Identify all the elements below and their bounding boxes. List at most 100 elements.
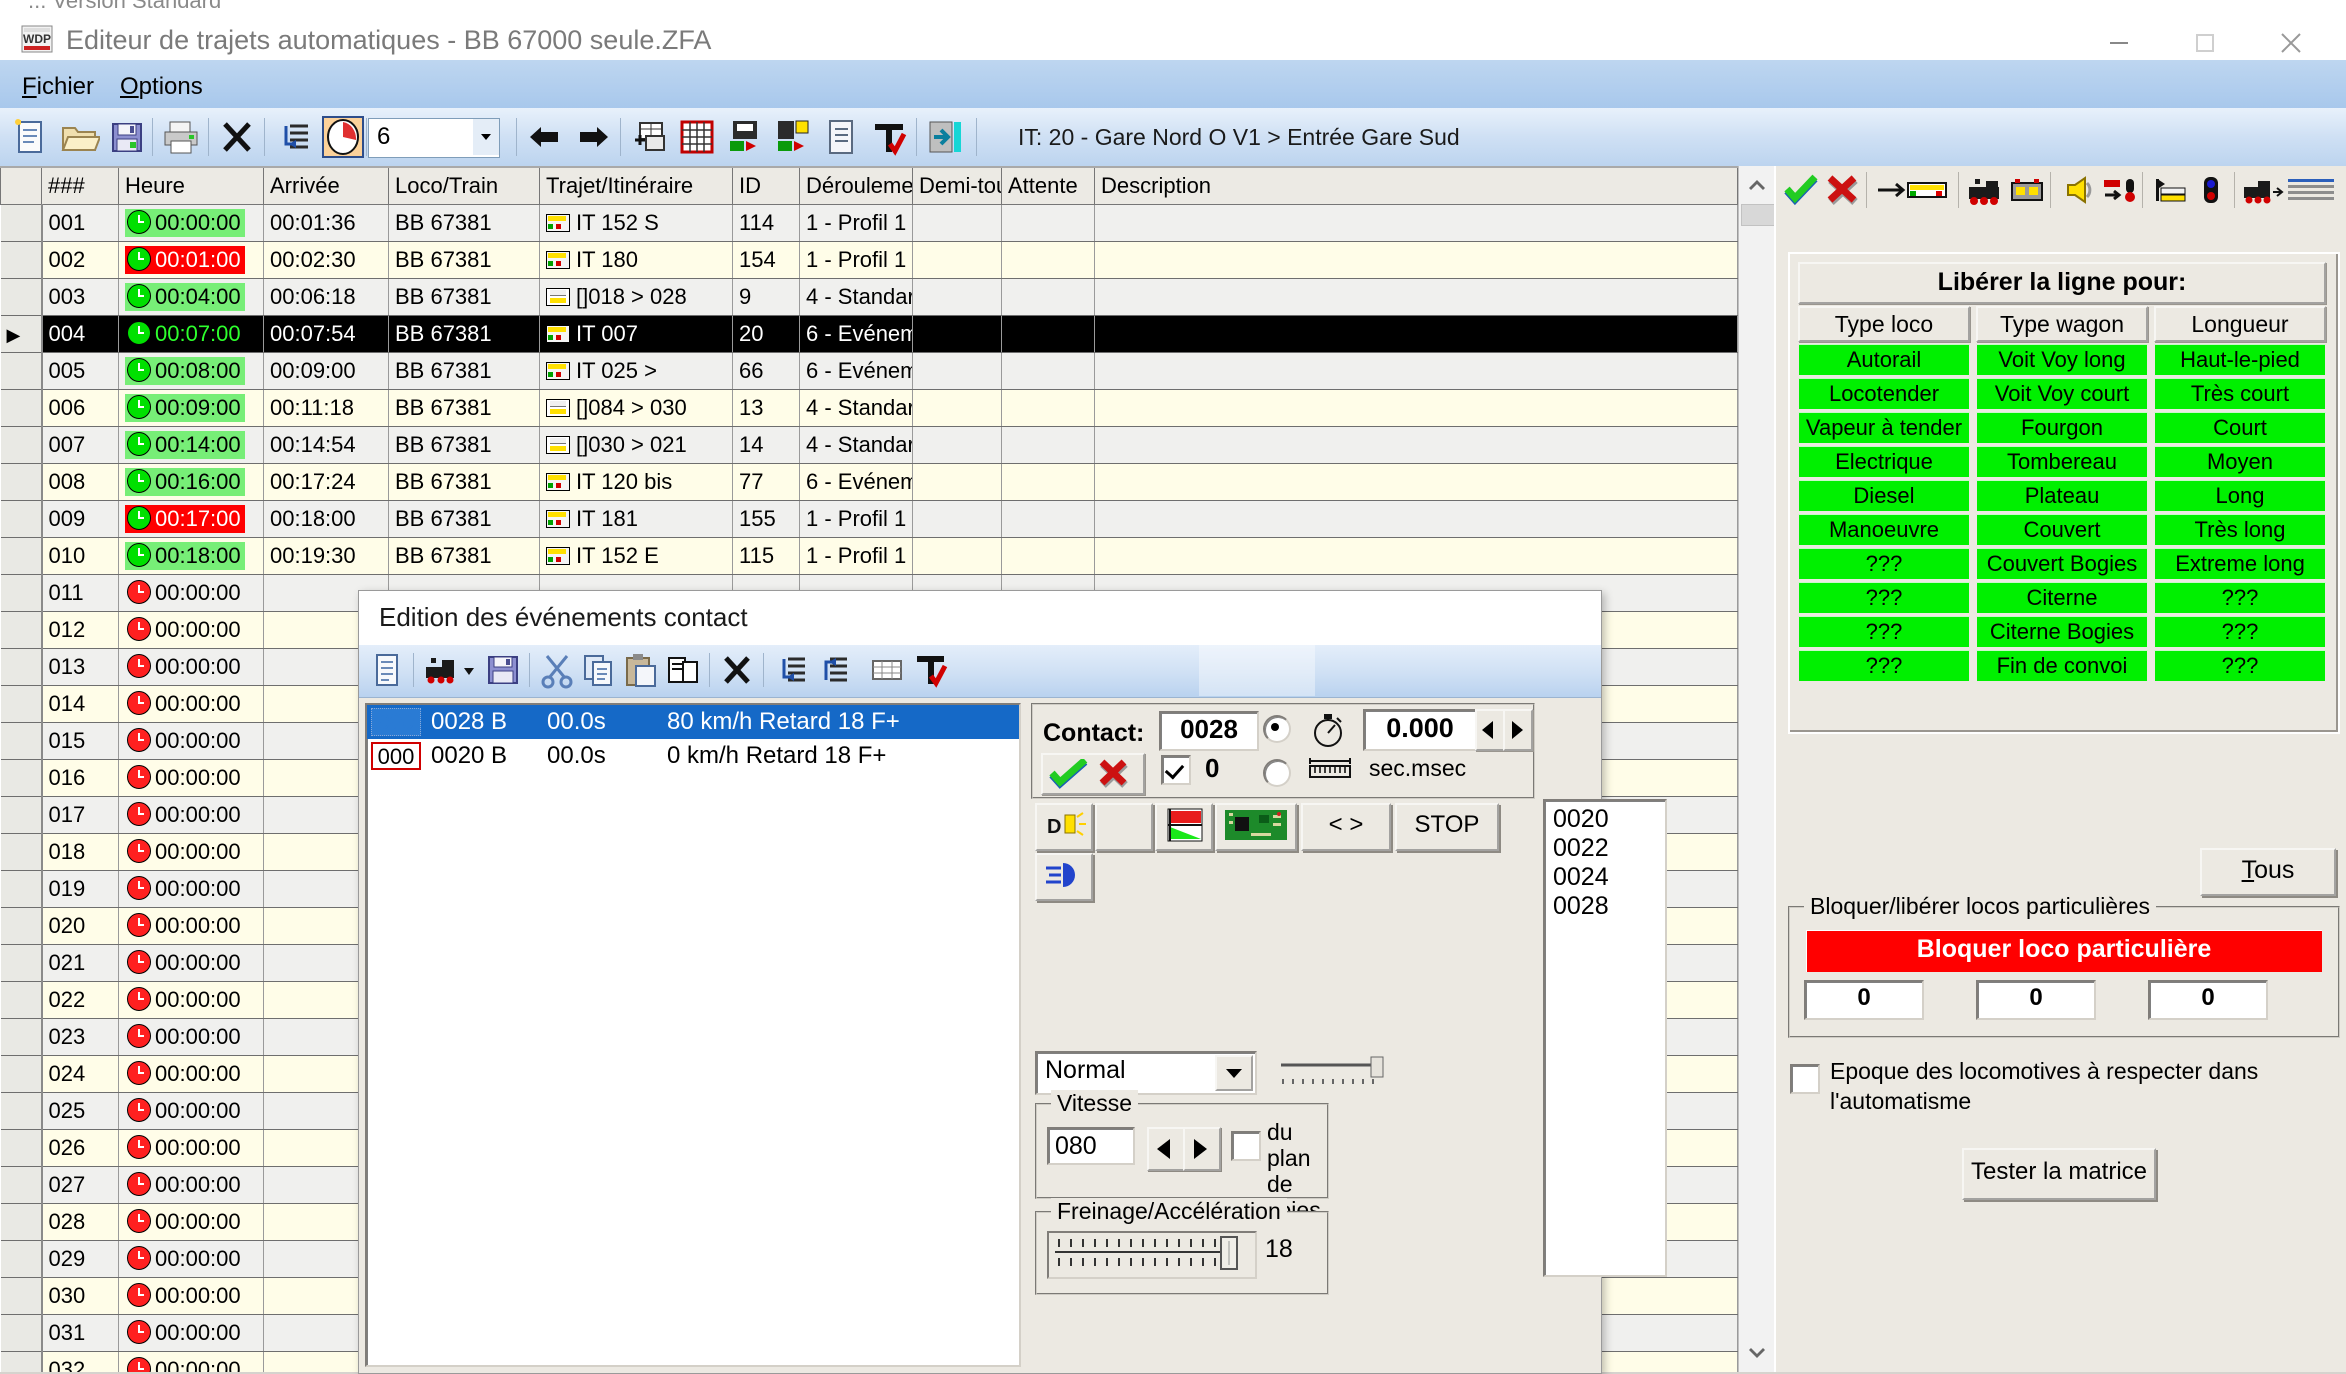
row-selector-cell[interactable]: ▶ [0,315,43,353]
cell-id[interactable]: 77 [732,463,800,501]
vitesse-increment-button[interactable] [1183,1127,1221,1171]
matrix-longueur-item-6[interactable]: Extreme long [2154,548,2326,580]
cell-deroulement[interactable]: 4 - Standard [799,426,913,464]
save-disk-icon[interactable] [483,650,523,690]
bloquer-value-1[interactable]: 0 [1804,980,1924,1020]
cell-heure[interactable]: 00:00:00 [118,759,264,797]
cell-id[interactable]: 9 [732,278,800,316]
cell-demi-tour[interactable] [912,352,1002,390]
cell-loco-train[interactable]: BB 67381 [388,426,540,464]
copy-icon[interactable] [579,650,619,690]
cell-num[interactable]: 024 [41,1055,119,1093]
matrix-type-wagon-item-1[interactable]: Voit Voy court [1976,378,2148,410]
cell-heure[interactable]: 00:00:00 [118,204,264,242]
list-item[interactable]: 000 0020 B 00.0s 0 km/h Retard 18 F+ [367,739,1019,773]
cell-num[interactable]: 005 [41,352,119,390]
row-selector-cell[interactable] [0,611,43,649]
vitesse-decrement-button[interactable] [1147,1127,1185,1171]
bloquer-value-3[interactable]: 0 [2148,980,2268,1020]
mode-select[interactable]: Normal [1035,1051,1257,1095]
cell-attente[interactable] [1001,352,1095,390]
row-selector-cell[interactable] [0,944,43,982]
grid-col-attente[interactable]: Attente [1001,166,1095,205]
contact-list-item[interactable]: 0020 [1553,805,1665,834]
row-selector-cell[interactable] [0,1314,43,1352]
table-row[interactable]: ▶ 004 00:07:00 00:07:54 BB 67381 IT 007 20 6 - … [0,315,1738,353]
matrix-header-type-loco[interactable]: Type loco [1798,306,1970,342]
grid-col-selector[interactable] [0,166,42,205]
cell-num[interactable]: 002 [41,241,119,279]
cell-heure[interactable]: 00:16:00 [118,463,264,501]
cell-attente[interactable] [1001,389,1095,427]
cell-id[interactable]: 66 [732,352,800,390]
time-value-input[interactable]: 0.000 [1363,709,1477,751]
matrix-longueur-item-5[interactable]: Très long [2154,514,2326,546]
matrix-longueur-item-7[interactable]: ??? [2154,582,2326,614]
cell-attente[interactable] [1001,278,1095,316]
row-selector-cell[interactable] [0,463,43,501]
intensity-slider[interactable] [1279,1055,1389,1089]
add-grid-icon[interactable] [628,116,670,158]
cell-demi-tour[interactable] [912,426,1002,464]
cell-attente[interactable] [1001,463,1095,501]
cell-demi-tour[interactable] [912,537,1002,575]
cell-deroulement[interactable]: 4 - Standard [799,278,913,316]
cell-arrivee[interactable]: 00:06:18 [263,278,389,316]
row-selector-cell[interactable] [0,500,43,538]
row-selector-cell[interactable] [0,574,43,612]
tester-matrice-button[interactable]: Tester la matrice [1962,1148,2156,1200]
epoque-checkbox[interactable] [1790,1064,1820,1094]
contact-list-item[interactable]: 0024 [1553,863,1665,892]
matrix-type-loco-item-9[interactable]: ??? [1798,650,1970,682]
open-folder-icon[interactable] [58,116,102,158]
cell-description[interactable] [1094,315,1738,353]
dropdown-arrow-icon[interactable] [459,650,479,690]
matrix-type-loco-item-1[interactable]: Locotender [1798,378,1970,410]
open-loco-icon[interactable] [421,650,461,690]
row-selector-cell[interactable] [0,278,43,316]
cell-trajet-itineraire[interactable]: IT 120 bis [539,463,733,501]
cell-heure[interactable]: 00:09:00 [118,389,264,427]
event-badge[interactable]: 000 [371,742,421,770]
cell-num[interactable]: 022 [41,981,119,1019]
cell-arrivee[interactable]: 00:17:24 [263,463,389,501]
semaphore-icon[interactable] [2192,171,2230,209]
row-selector-cell[interactable] [0,685,43,723]
cell-num[interactable]: 008 [41,463,119,501]
cell-deroulement[interactable]: 6 - Evénement [799,352,913,390]
cell-heure[interactable]: 00:00:00 [118,648,264,686]
arrow-right-icon[interactable] [572,116,614,158]
cell-num[interactable]: 023 [41,1018,119,1056]
indent-left-icon[interactable] [272,116,314,158]
cell-heure[interactable]: 00:00:00 [118,611,264,649]
cell-description[interactable] [1094,204,1738,242]
cut-scissors-icon[interactable] [537,650,577,690]
clock-toggle-button[interactable] [322,116,364,158]
cell-num[interactable]: 016 [41,759,119,797]
indent-left-icon[interactable] [771,650,811,690]
plan-de-voies-checkbox[interactable] [1231,1131,1261,1161]
cell-arrivee[interactable]: 00:11:18 [263,389,389,427]
cell-arrivee[interactable]: 00:14:54 [263,426,389,464]
cell-description[interactable] [1094,278,1738,316]
tous-button[interactable]: Tous [2200,848,2336,896]
cell-trajet-itineraire[interactable]: []018 > 028 [539,278,733,316]
cell-heure[interactable]: 00:04:00 [118,278,264,316]
delete-x-icon[interactable] [216,116,258,158]
paste-icon[interactable] [621,650,661,690]
cell-attente[interactable] [1001,426,1095,464]
cell-attente[interactable] [1001,537,1095,575]
cell-id[interactable]: 114 [732,204,800,242]
matrix-type-loco-item-0[interactable]: Autorail [1798,344,1970,376]
row-selector-cell[interactable] [0,981,43,1019]
cell-loco-train[interactable]: BB 67381 [388,278,540,316]
cell-num[interactable]: 030 [41,1277,119,1315]
cell-heure[interactable]: 00:00:00 [118,1351,264,1372]
cell-loco-train[interactable]: BB 67381 [388,500,540,538]
cell-attente[interactable] [1001,315,1095,353]
matrix-type-wagon-item-4[interactable]: Plateau [1976,480,2148,512]
table-row[interactable]: 006 00:09:00 00:11:18 BB 67381 []084 > 030 13… [0,389,1738,427]
grid-col-[interactable]: ### [41,166,119,205]
matrix-type-loco-item-2[interactable]: Vapeur à tender [1798,412,1970,444]
cell-num[interactable]: 012 [41,611,119,649]
